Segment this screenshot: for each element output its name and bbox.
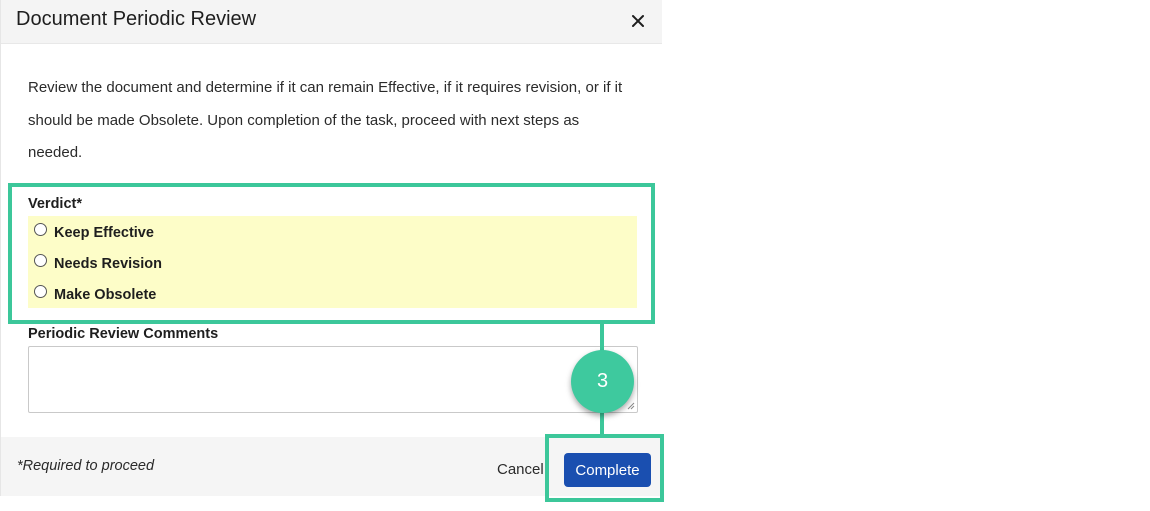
resize-handle-icon[interactable]: [627, 402, 635, 410]
dialog-header: Document Periodic Review: [1, 0, 662, 44]
instructions-text: Review the document and determine if it …: [28, 72, 638, 170]
close-icon: [632, 15, 644, 27]
comments-textarea[interactable]: [28, 346, 638, 413]
instructions-line: should be made Obsolete. Upon completion…: [28, 111, 580, 129]
required-note: *Required to proceed: [17, 458, 155, 474]
dialog-title: Document Periodic Review: [16, 8, 257, 30]
comments-label: Periodic Review Comments: [28, 326, 219, 342]
instructions-line: needed.: [28, 144, 83, 161]
close-button[interactable]: [625, 8, 651, 34]
step-number-badge: 3: [571, 350, 634, 413]
cancel-button[interactable]: Cancel: [497, 461, 544, 478]
instructions-line: Review the document and determine if it …: [28, 79, 623, 96]
verdict-highlight-frame: [8, 183, 655, 324]
complete-highlight-frame: [545, 434, 664, 502]
